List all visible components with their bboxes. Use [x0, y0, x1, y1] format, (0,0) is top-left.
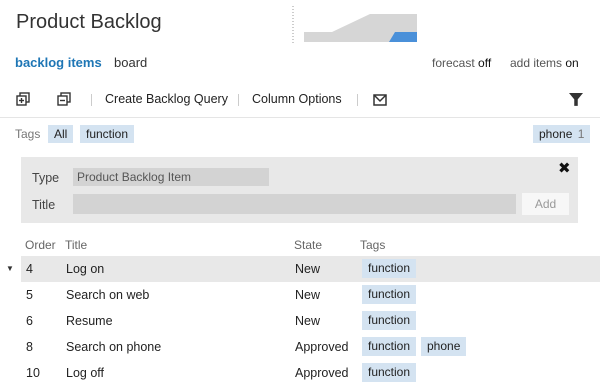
add-items-label: add items — [510, 56, 563, 70]
row-tag[interactable]: function — [362, 311, 417, 330]
column-options-button[interactable]: Column Options — [252, 92, 342, 106]
forecast-value: off — [478, 56, 492, 70]
collapse-all-icon[interactable] — [57, 92, 71, 106]
row-order: 10 — [26, 366, 40, 380]
column-header-tags[interactable]: Tags — [360, 238, 385, 252]
column-header-state[interactable]: State — [294, 238, 322, 252]
title-input[interactable] — [73, 194, 516, 214]
page-title: Product Backlog — [16, 11, 162, 33]
forecast-label: forecast — [432, 56, 475, 70]
row-tag[interactable]: function — [362, 285, 417, 304]
expand-all-icon[interactable] — [16, 92, 30, 106]
row-order: 8 — [26, 340, 33, 354]
tag-filter-phone-count: 1 — [577, 127, 585, 141]
row-tag[interactable]: function — [362, 337, 417, 356]
row-title: Log off — [66, 366, 105, 380]
tab-backlog-items[interactable]: backlog items — [15, 55, 102, 70]
tag-filter-all[interactable]: All — [48, 125, 74, 143]
toolbar-separator — [357, 94, 358, 106]
row-tag[interactable]: function — [362, 259, 417, 278]
table-row[interactable]: 4 Log on New function — [21, 256, 600, 282]
row-title: Search on phone — [66, 340, 162, 354]
toolbar-separator — [91, 94, 92, 106]
tags-filter-label: Tags — [15, 127, 41, 141]
add-items-value: on — [565, 56, 579, 70]
row-state: Approved — [295, 366, 349, 380]
type-select[interactable]: Product Backlog Item — [73, 168, 269, 186]
create-backlog-query-button[interactable]: Create Backlog Query — [105, 92, 228, 106]
tag-filter-phone-label: phone — [539, 127, 573, 141]
filter-icon[interactable] — [569, 93, 583, 107]
table-row[interactable]: 8 Search on phone Approved function phon… — [21, 334, 600, 360]
row-expander-icon[interactable]: ▼ — [6, 264, 14, 273]
row-title: Search on web — [66, 288, 150, 302]
email-icon[interactable] — [373, 93, 387, 107]
table-row[interactable]: 5 Search on web New function — [21, 282, 600, 308]
row-tag[interactable]: phone — [421, 337, 467, 356]
close-icon[interactable]: ✖ — [558, 159, 571, 177]
forecast-toggle[interactable]: forecast off — [432, 56, 491, 70]
row-state: New — [295, 262, 321, 276]
row-state: New — [295, 288, 321, 302]
title-label: Title — [32, 198, 56, 212]
tab-board[interactable]: board — [114, 55, 147, 70]
row-title: Log on — [66, 262, 105, 276]
type-label: Type — [32, 171, 60, 185]
column-header-title[interactable]: Title — [65, 238, 87, 252]
row-order: 4 — [26, 262, 33, 276]
divider — [0, 117, 600, 118]
add-button[interactable]: Add — [522, 193, 569, 215]
add-items-toggle[interactable]: add items on — [510, 56, 579, 70]
table-row[interactable]: 10 Log off Approved function — [21, 360, 600, 386]
cumulative-flow-mini-chart[interactable] — [292, 4, 470, 44]
row-tag[interactable]: function — [362, 363, 417, 382]
column-header-order[interactable]: Order — [25, 238, 56, 252]
row-state: Approved — [295, 340, 349, 354]
toolbar-separator — [238, 94, 239, 106]
row-order: 6 — [26, 314, 33, 328]
table-row[interactable]: 6 Resume New function — [21, 308, 600, 334]
tag-filter-phone[interactable]: phone 1 — [533, 125, 591, 143]
row-order: 5 — [26, 288, 33, 302]
row-title: Resume — [66, 314, 113, 328]
tag-filter-function[interactable]: function — [80, 125, 135, 143]
row-state: New — [295, 314, 321, 328]
toolbar: Create Backlog Query Column Options — [0, 92, 600, 110]
add-item-panel: Type Product Backlog Item Title Add ✖ — [21, 157, 578, 223]
